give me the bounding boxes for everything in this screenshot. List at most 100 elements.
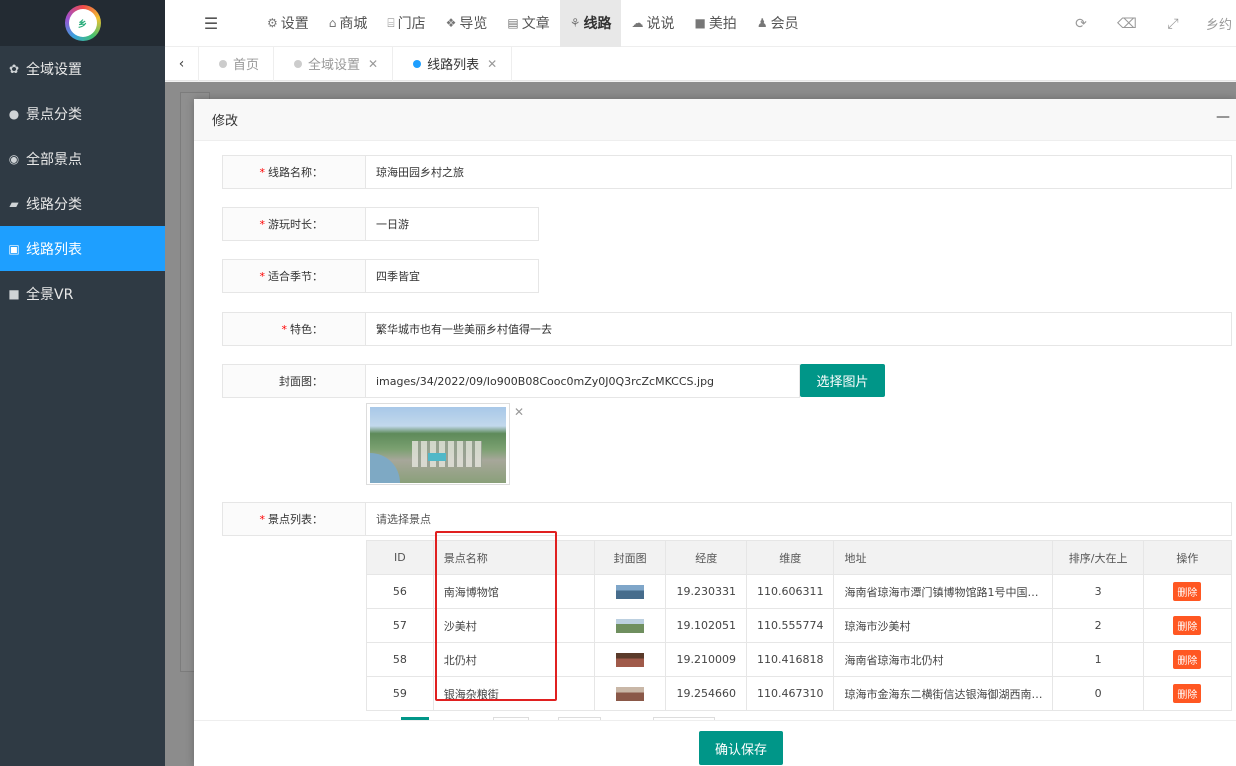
cell-action: 删除 [1142, 608, 1233, 643]
cell-lng: 19.210009 [665, 642, 747, 677]
form-row-route-name: * 线路名称： 琼海田园乡村之旅 [222, 155, 1232, 189]
nav-item-label: 门店 [397, 16, 426, 32]
modal-body: * 线路名称： 琼海田园乡村之旅 * 游玩时长： 一日游 * 适合季节： 四季皆宜 *… [194, 141, 1236, 720]
feature-input[interactable]: 繁华城市也有一些美丽乡村值得一去 [366, 312, 1232, 346]
newspaper-icon: ▤ [507, 16, 519, 30]
bank-icon: ⌸ [387, 15, 395, 30]
col-lat: 维度 [745, 540, 835, 575]
route-icon: ⚘ [569, 16, 581, 30]
nav-item-store[interactable]: ⌸ 门店 [377, 0, 435, 47]
close-icon[interactable]: ✕ [487, 57, 497, 71]
cell-address: 琼海市沙美村 [833, 608, 1054, 643]
sidebar-item-route-list[interactable]: ▣ 线路列表 [0, 226, 165, 271]
col-sort: 排序/大在上 [1052, 540, 1144, 575]
tab-dot [219, 59, 227, 68]
tab-label: 全域设置 [308, 58, 361, 73]
nav-item-member[interactable]: ♟ 会员 [747, 0, 809, 47]
tab-dot [413, 59, 422, 68]
top-right-tools: ⟳ ⌫ ⤢ 乡约 [1058, 0, 1236, 47]
cell-id: 56 [366, 574, 434, 609]
nav-item-settings[interactable]: ⚙ 设置 [257, 0, 319, 47]
tab-global-settings[interactable]: 全域设置 ✕ [274, 46, 394, 81]
delete-button[interactable]: 删除 [1173, 684, 1202, 703]
field-label: * 线路名称： [222, 155, 366, 189]
menu-toggle-icon[interactable]: ☰ [165, 14, 257, 33]
cell-lng: 19.102051 [665, 608, 747, 643]
sidebar-item-global-settings[interactable]: ✿ 全域设置 [0, 46, 165, 91]
field-label: * 特色： [222, 312, 366, 346]
nav-item-photo[interactable]: ■ 美拍 [684, 0, 746, 47]
nav-item-guide[interactable]: ❖ 导览 [436, 0, 498, 47]
cubes-icon: ❖ [445, 16, 457, 30]
cell-action: 删除 [1142, 676, 1233, 711]
tab-route-list[interactable]: 线路列表 ✕ [393, 46, 513, 81]
eraser-icon: ▰ [9, 196, 19, 211]
col-action: 操作 [1142, 540, 1233, 575]
sidebar-item-label: 全景VR [26, 286, 74, 303]
cell-cover [593, 574, 667, 609]
highlight-box [435, 531, 557, 701]
nav-item-talk[interactable]: ☁ 说说 [621, 0, 684, 47]
nav-item-label: 说说 [646, 16, 675, 32]
col-lng: 经度 [665, 540, 747, 575]
tab-home[interactable]: 首页 [199, 46, 275, 81]
delete-button[interactable]: 删除 [1173, 616, 1202, 635]
spot-thumbnail [616, 686, 645, 701]
cell-sort[interactable]: 3 [1052, 574, 1144, 609]
minimize-icon[interactable]: — [1216, 109, 1230, 125]
form-row-cover: 封面图： images/34/2022/09/Io900B08Cooc0mZy0… [222, 364, 800, 398]
nav-item-route[interactable]: ⚘ 线路 [559, 0, 622, 47]
globe-icon: ◉ [8, 151, 20, 166]
form-row-feature: * 特色： 繁华城市也有一些美丽乡村值得一去 [222, 312, 1232, 346]
route-name-input[interactable]: 琼海田园乡村之旅 [366, 155, 1232, 189]
sidebar-item-spot-category[interactable]: ● 景点分类 [0, 91, 165, 136]
cell-lat: 110.416818 [745, 642, 835, 677]
refresh-icon[interactable]: ⟳ [1058, 16, 1104, 32]
sidebar-item-all-spots[interactable]: ◉ 全部景点 [0, 136, 165, 181]
sidebar-item-route-category[interactable]: ▰ 线路分类 [0, 181, 165, 226]
cover-path-input[interactable]: images/34/2022/09/Io900B08Cooc0mZy0J0Q3r… [366, 364, 800, 398]
nav-item-label: 导览 [459, 16, 488, 32]
trash-icon[interactable]: ⌫ [1104, 16, 1150, 32]
user-menu[interactable]: 乡约 [1196, 14, 1236, 33]
field-label: * 景点列表： [222, 502, 366, 536]
select-image-button[interactable]: 选择图片 [800, 364, 885, 397]
cell-id: 57 [366, 608, 434, 643]
season-input[interactable]: 四季皆宜 [366, 259, 539, 293]
form-row-season: * 适合季节： 四季皆宜 [222, 259, 539, 293]
cell-cover [593, 676, 667, 711]
nav-item-article[interactable]: ▤ 文章 [497, 0, 559, 47]
nav-item-mall[interactable]: ⌂ 商城 [319, 0, 378, 47]
cell-lng: 19.230331 [665, 574, 747, 609]
cell-sort[interactable]: 1 [1052, 642, 1144, 677]
tab-label: 首页 [233, 58, 260, 73]
delete-button[interactable]: 删除 [1173, 650, 1202, 669]
sidebar-item-label: 线路分类 [26, 196, 82, 213]
delete-button[interactable]: 删除 [1173, 582, 1202, 601]
nav-item-label: 线路 [583, 16, 612, 32]
fullscreen-icon[interactable]: ⤢ [1150, 16, 1196, 32]
sidebar-item-panorama-vr[interactable]: ■ 全景VR [0, 271, 165, 316]
cell-action: 删除 [1142, 574, 1233, 609]
tab-dot [294, 59, 303, 68]
cell-id: 58 [366, 642, 434, 677]
duration-input[interactable]: 一日游 [366, 207, 539, 241]
cell-sort[interactable]: 2 [1052, 608, 1144, 643]
close-icon[interactable]: ✕ [368, 57, 378, 71]
cell-lat: 110.555774 [745, 608, 835, 643]
chevron-left-icon[interactable]: ‹ [165, 46, 199, 81]
confirm-save-button[interactable]: 确认保存 [699, 731, 783, 765]
nav-item-label: 美拍 [708, 16, 737, 32]
nav-item-label: 会员 [770, 16, 799, 32]
cell-lat: 110.606311 [745, 574, 835, 609]
sidebar-item-label: 线路列表 [26, 241, 82, 258]
spot-thumbnail [616, 584, 645, 599]
user-icon: ♟ [756, 16, 768, 30]
logo[interactable]: 乡 [64, 5, 101, 41]
nav-item-label: 商城 [339, 16, 368, 32]
cell-cover [593, 642, 667, 677]
gears-icon: ⚙ [267, 16, 278, 30]
tab-bar: ‹ 首页 全域设置 ✕ 线路列表 ✕ [165, 46, 1236, 81]
cell-sort[interactable]: 0 [1052, 676, 1144, 711]
remove-image-icon[interactable]: ✕ [514, 405, 524, 419]
